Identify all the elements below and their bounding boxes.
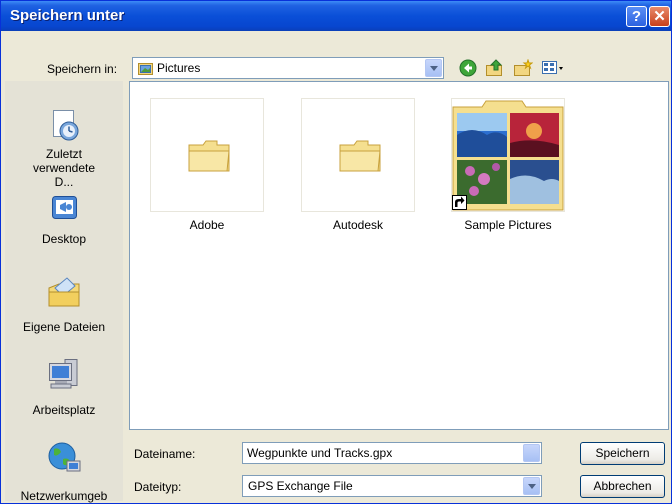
place-recent[interactable]: Zuletzt verwendete D...: [5, 107, 123, 189]
title-bar[interactable]: Speichern unter ? ✕: [1, 1, 671, 31]
back-icon[interactable]: [459, 59, 479, 77]
place-label-my-documents: Eigene Dateien: [22, 320, 106, 334]
shortcut-folder-icon: [452, 99, 564, 214]
chevron-down-icon[interactable]: [425, 59, 442, 77]
close-button[interactable]: ✕: [649, 6, 670, 27]
save-in-value: Pictures: [157, 61, 201, 75]
window-title: Speichern unter: [10, 7, 125, 24]
save-in-label: Speichern in:: [47, 62, 118, 76]
chevron-down-icon[interactable]: [523, 477, 540, 495]
place-my-computer[interactable]: Arbeitsplatz: [5, 357, 123, 417]
places-bar: Zuletzt verwendete D... Desktop Eigene D…: [5, 81, 123, 503]
recent-documents-icon: [45, 107, 83, 145]
save-in-combo[interactable]: Pictures: [132, 57, 444, 79]
my-computer-icon: [45, 357, 83, 395]
network-icon: [45, 439, 83, 477]
folder-icon: [338, 139, 382, 173]
place-network[interactable]: Netzwerkumgeb: [5, 439, 123, 503]
place-label-my-computer: Arbeitsplatz: [32, 403, 96, 417]
my-documents-icon: [45, 274, 83, 312]
filetype-combo[interactable]: GPS Exchange File: [242, 475, 542, 497]
new-folder-icon[interactable]: [513, 58, 534, 77]
file-item-adobe[interactable]: Adobe: [149, 98, 265, 232]
help-button[interactable]: ?: [626, 6, 647, 27]
view-menu-icon[interactable]: [541, 59, 565, 77]
place-desktop[interactable]: Desktop: [5, 190, 123, 246]
pictures-folder-icon: [138, 61, 153, 75]
up-folder-icon[interactable]: [485, 59, 505, 77]
desktop-icon: [45, 190, 83, 228]
file-item-sample-pictures[interactable]: Sample Pictures: [450, 98, 566, 232]
file-name: Sample Pictures: [464, 218, 552, 232]
file-name: Autodesk: [332, 218, 384, 232]
place-label-desktop: Desktop: [41, 232, 87, 246]
filetype-label: Dateityp:: [134, 480, 182, 494]
save-button[interactable]: Speichern: [580, 442, 665, 465]
file-list[interactable]: Adobe Autodesk Sample Pictures: [129, 81, 669, 430]
cancel-button[interactable]: Abbrechen: [580, 475, 665, 498]
folder-icon: [187, 139, 231, 173]
place-label-recent: Zuletzt verwendete D...: [32, 147, 96, 189]
chevron-down-icon[interactable]: [523, 444, 540, 462]
place-label-network: Netzwerkumgeb: [20, 489, 108, 503]
filename-field[interactable]: Wegpunkte und Tracks.gpx: [242, 442, 542, 464]
filename-label: Dateiname:: [134, 447, 196, 461]
filename-value: Wegpunkte und Tracks.gpx: [247, 446, 393, 460]
place-my-documents[interactable]: Eigene Dateien: [5, 274, 123, 334]
file-item-autodesk[interactable]: Autodesk: [300, 98, 416, 232]
file-name: Adobe: [189, 218, 225, 232]
filetype-value: GPS Exchange File: [248, 479, 353, 493]
save-as-dialog: Speichern unter ? ✕ Speichern in: Pictur…: [0, 0, 672, 504]
